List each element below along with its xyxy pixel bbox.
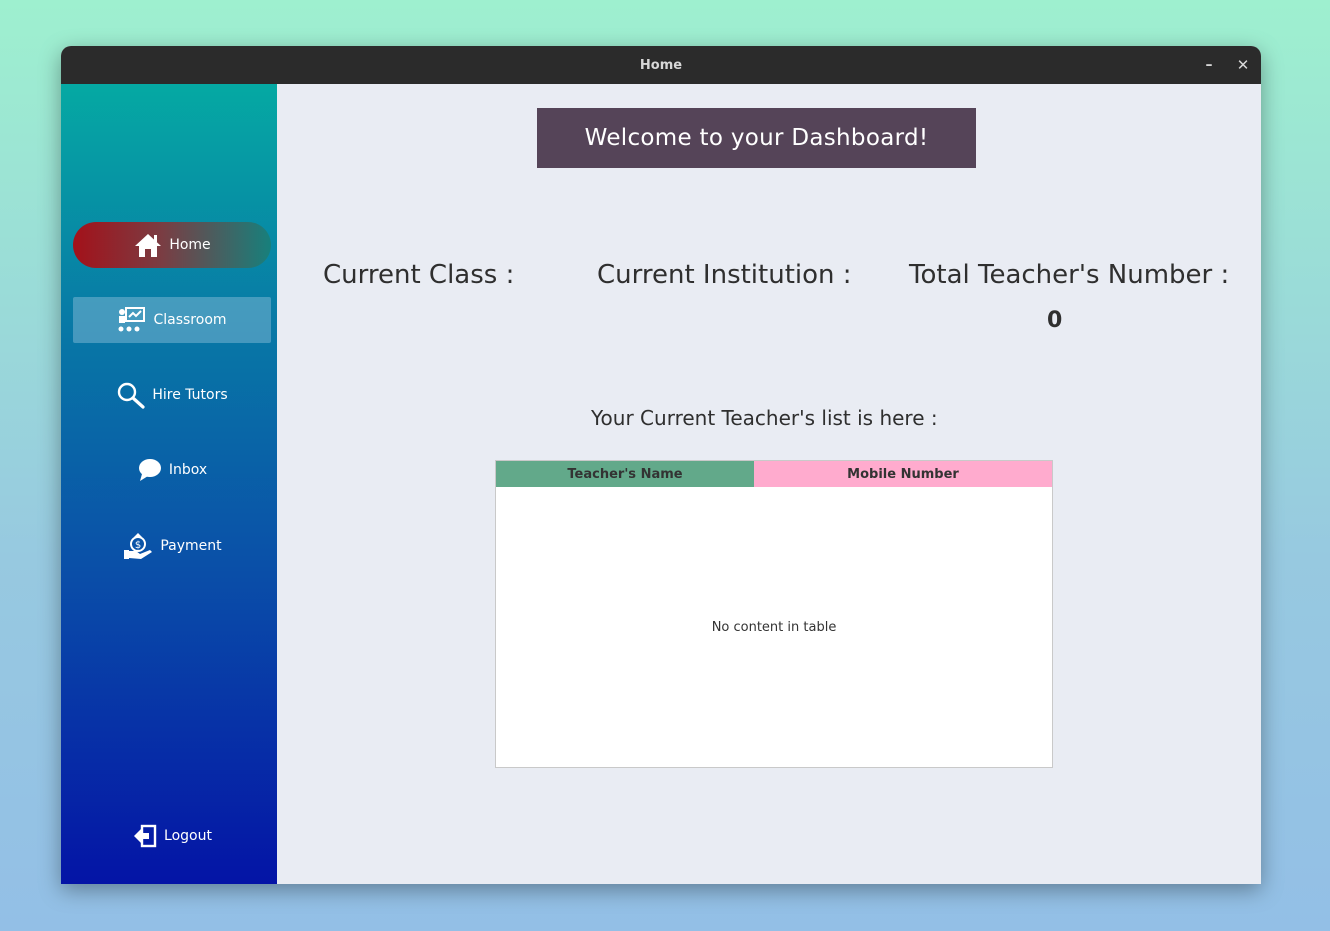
teacher-table[interactable]: Teacher's Name Mobile Number No content … xyxy=(495,460,1053,768)
dashboard-content: Welcome to your Dashboard! Current Class… xyxy=(277,84,1261,884)
sidebar-item-hire-tutors[interactable]: Hire Tutors xyxy=(73,372,271,418)
minimize-button[interactable]: – xyxy=(1199,55,1219,75)
logout-icon xyxy=(134,824,157,848)
svg-text:$: $ xyxy=(135,540,141,551)
logout-button[interactable]: Logout xyxy=(73,813,271,859)
close-button[interactable]: ✕ xyxy=(1233,55,1253,75)
total-teachers-label: Total Teacher's Number : xyxy=(909,260,1230,290)
current-class-label: Current Class : xyxy=(323,260,515,290)
current-institution-label: Current Institution : xyxy=(597,260,852,290)
app-window: Home – ✕ Home Classroom Hire Tutors Inbo… xyxy=(61,46,1261,884)
money-bag-hand-icon: $ xyxy=(124,533,153,559)
teacher-list-caption: Your Current Teacher's list is here : xyxy=(591,406,938,430)
logout-label: Logout xyxy=(164,828,212,844)
sidebar-item-label: Payment xyxy=(160,538,222,554)
sidebar-item-inbox[interactable]: Inbox xyxy=(73,447,271,493)
sidebar: Home Classroom Hire Tutors Inbox $ Payme… xyxy=(61,84,277,884)
welcome-banner: Welcome to your Dashboard! xyxy=(537,108,976,168)
search-icon xyxy=(118,382,145,409)
title-bar: Home – ✕ xyxy=(61,46,1261,84)
sidebar-item-label: Hire Tutors xyxy=(152,387,228,403)
table-empty-placeholder: No content in table xyxy=(711,619,837,635)
sidebar-item-label: Inbox xyxy=(168,462,208,478)
chat-bubble-icon xyxy=(138,459,161,481)
column-header-teacher-name[interactable]: Teacher's Name xyxy=(496,461,754,487)
sidebar-item-label: Home xyxy=(169,237,211,253)
sidebar-item-classroom[interactable]: Classroom xyxy=(73,297,271,343)
sidebar-item-label: Classroom xyxy=(153,312,227,328)
window-title: Home xyxy=(639,57,683,73)
sidebar-item-payment[interactable]: $ Payment xyxy=(73,523,271,569)
sidebar-item-home[interactable]: Home xyxy=(73,222,271,268)
classroom-icon xyxy=(118,307,146,332)
total-teachers-value: 0 xyxy=(1047,308,1063,333)
column-header-mobile-number[interactable]: Mobile Number xyxy=(754,461,1052,487)
home-icon xyxy=(135,234,162,257)
